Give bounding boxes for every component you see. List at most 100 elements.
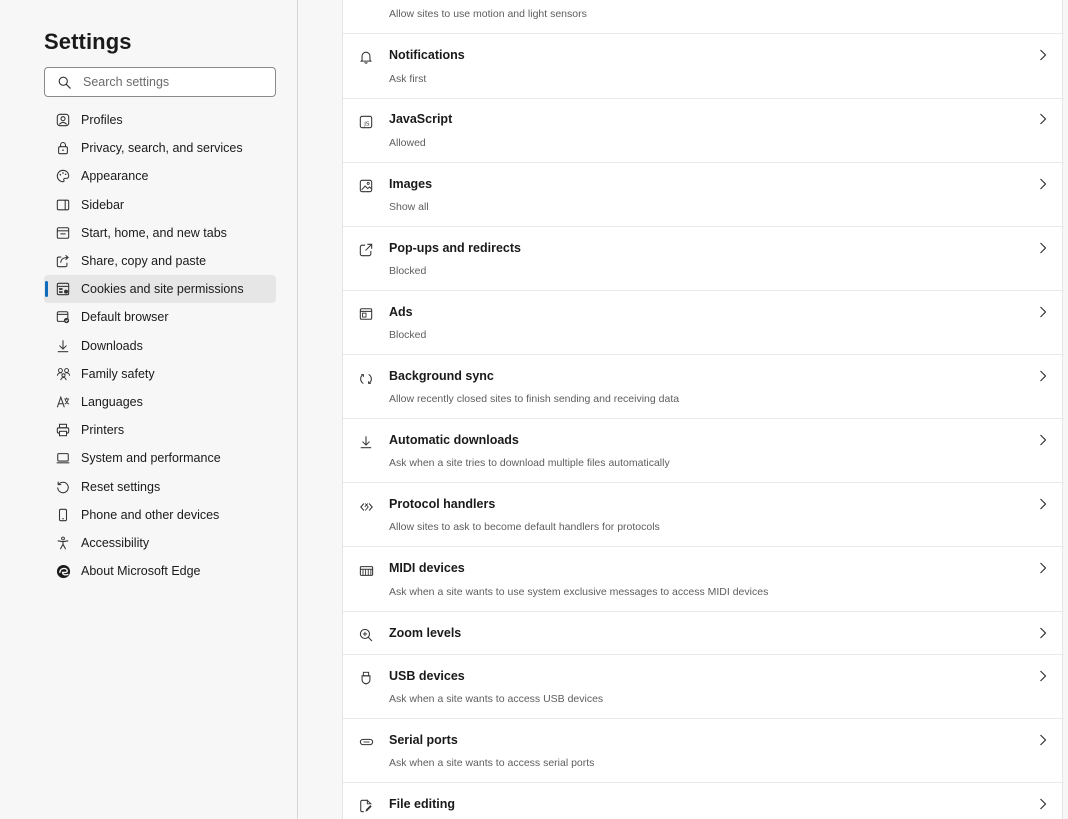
sidebar-item-phone[interactable]: Phone and other devices bbox=[44, 501, 276, 529]
sidebar-item-family-safety[interactable]: Family safety bbox=[44, 360, 276, 388]
chevron-right-icon bbox=[1037, 497, 1049, 511]
row-desc: Ask when a site wants to access USB devi… bbox=[389, 693, 604, 705]
row-desc: Ask when a site wants to access serial p… bbox=[389, 757, 595, 769]
sidebar-item-label: About Microsoft Edge bbox=[81, 564, 201, 579]
protocol-icon bbox=[358, 499, 374, 515]
sidebar-item-start-home[interactable]: Start, home, and new tabs bbox=[44, 219, 276, 247]
sidebar-item-privacy[interactable]: Privacy, search, and services bbox=[44, 134, 276, 162]
usb-icon bbox=[358, 670, 374, 686]
row-title: Ads bbox=[389, 305, 413, 319]
search-input[interactable] bbox=[83, 75, 263, 89]
edge-logo-icon bbox=[55, 563, 71, 579]
row-title: Zoom levels bbox=[389, 626, 462, 640]
sidebar-item-accessibility[interactable]: Accessibility bbox=[44, 529, 276, 557]
row-title: JavaScript bbox=[389, 112, 453, 126]
sidebar-item-appearance[interactable]: Appearance bbox=[44, 162, 276, 190]
sidebar-item-printers[interactable]: Printers bbox=[44, 416, 276, 444]
row-title: Notifications bbox=[389, 48, 465, 62]
sidebar-item-label: Family safety bbox=[81, 366, 155, 381]
row-notifications[interactable]: Notifications Ask first bbox=[343, 33, 1064, 98]
popup-icon bbox=[358, 242, 374, 258]
sidebar-item-label: Appearance bbox=[81, 169, 149, 184]
row-title: File editing bbox=[389, 797, 455, 811]
row-automatic-downloads[interactable]: Automatic downloads Ask when a site trie… bbox=[343, 418, 1064, 482]
row-desc: Blocked bbox=[389, 265, 427, 277]
row-images[interactable]: Images Show all bbox=[343, 162, 1064, 226]
site-permissions-card: Allow sites to use motion and light sens… bbox=[342, 0, 1064, 819]
chevron-right-icon bbox=[1037, 112, 1049, 126]
chevron-right-icon bbox=[1037, 433, 1049, 447]
zoom-icon bbox=[358, 627, 374, 643]
row-usb-devices[interactable]: USB devices Ask when a site wants to acc… bbox=[343, 654, 1064, 718]
row-title: Images bbox=[389, 177, 433, 191]
sync-icon bbox=[358, 371, 374, 387]
sidebar-item-label: Start, home, and new tabs bbox=[81, 225, 227, 240]
bell-icon bbox=[358, 49, 374, 65]
sidebar-item-label: Printers bbox=[81, 423, 125, 438]
chevron-right-icon bbox=[1037, 305, 1049, 319]
sidebar-item-cookies[interactable]: Cookies and site permissions bbox=[44, 275, 276, 304]
row-title: Protocol handlers bbox=[389, 497, 496, 511]
phone-icon bbox=[55, 507, 71, 523]
home-tabs-icon bbox=[55, 225, 71, 241]
appearance-icon bbox=[55, 168, 71, 184]
sidebar-item-label: Sidebar bbox=[81, 197, 125, 212]
file-edit-icon bbox=[358, 798, 374, 814]
sidebar-item-languages[interactable]: Languages bbox=[44, 388, 276, 416]
sidebar-item-sidebar[interactable]: Sidebar bbox=[44, 191, 276, 219]
search-box[interactable] bbox=[44, 67, 276, 97]
row-protocol-handlers[interactable]: Protocol handlers Allow sites to ask to … bbox=[343, 482, 1064, 546]
main-content: Allow sites to use motion and light sens… bbox=[299, 0, 1068, 819]
printer-icon bbox=[55, 422, 71, 438]
default-browser-icon bbox=[55, 309, 71, 325]
chevron-right-icon bbox=[1037, 797, 1049, 811]
system-icon bbox=[55, 450, 71, 466]
row-background-sync[interactable]: Background sync Allow recently closed si… bbox=[343, 354, 1064, 418]
row-zoom-levels[interactable]: Zoom levels bbox=[343, 611, 1064, 654]
sidebar-item-default-browser[interactable]: Default browser bbox=[44, 303, 276, 331]
row-desc: Show all bbox=[389, 201, 429, 213]
chevron-right-icon bbox=[1037, 626, 1049, 640]
sidebar-item-system[interactable]: System and performance bbox=[44, 444, 276, 472]
sidebar-item-label: Profiles bbox=[81, 113, 123, 128]
sidebar-item-profiles[interactable]: Profiles bbox=[44, 106, 276, 134]
sidebar-item-label: Phone and other devices bbox=[81, 507, 220, 522]
row-title: Pop-ups and redirects bbox=[389, 241, 521, 255]
row-desc: Ask first bbox=[389, 73, 427, 85]
row-desc: Allow sites to ask to become default han… bbox=[389, 521, 660, 533]
accessibility-icon bbox=[55, 535, 71, 551]
ads-icon bbox=[358, 306, 374, 322]
row-midi-devices[interactable]: MIDI devices Ask when a site wants to us… bbox=[343, 546, 1064, 611]
row-title: USB devices bbox=[389, 669, 465, 683]
page-title: Settings bbox=[44, 29, 132, 54]
search-icon bbox=[58, 76, 71, 89]
cookies-icon bbox=[55, 281, 71, 297]
row-desc: Allowed bbox=[389, 137, 426, 149]
row-title: Serial ports bbox=[389, 733, 458, 747]
sidebar-item-label: Default browser bbox=[81, 310, 169, 325]
sidebar-item-about[interactable]: About Microsoft Edge bbox=[44, 557, 276, 585]
row-file-editing[interactable]: File editing bbox=[343, 782, 1064, 819]
row-ads[interactable]: Ads Blocked bbox=[343, 290, 1064, 354]
share-icon bbox=[55, 253, 71, 269]
row-serial-ports[interactable]: Serial ports Ask when a site wants to ac… bbox=[343, 718, 1064, 782]
chevron-right-icon bbox=[1037, 369, 1049, 383]
row-popups[interactable]: Pop-ups and redirects Blocked bbox=[343, 226, 1064, 290]
row-desc: Ask when a site wants to use system excl… bbox=[389, 586, 769, 598]
row-desc: Allow recently closed sites to finish se… bbox=[389, 393, 680, 405]
sidebar-item-downloads[interactable]: Downloads bbox=[44, 332, 276, 360]
sidebar-item-label: System and performance bbox=[81, 451, 221, 466]
download-icon bbox=[55, 338, 71, 354]
sidebar: Settings Profiles Privacy, search, and s… bbox=[0, 0, 298, 819]
sidebar-item-label: Accessibility bbox=[81, 535, 150, 550]
chevron-right-icon bbox=[1037, 561, 1049, 575]
chevron-right-icon bbox=[1037, 669, 1049, 683]
row-javascript[interactable]: JS JavaScript Allowed bbox=[343, 98, 1064, 162]
sidebar-item-share[interactable]: Share, copy and paste bbox=[44, 247, 276, 275]
image-icon bbox=[358, 178, 374, 194]
row-title: MIDI devices bbox=[389, 561, 465, 575]
chevron-right-icon bbox=[1037, 241, 1049, 255]
sidebar-item-reset[interactable]: Reset settings bbox=[44, 472, 276, 500]
sidebar-item-label: Cookies and site permissions bbox=[81, 282, 244, 297]
row-desc: Ask when a site tries to download multip… bbox=[389, 457, 670, 469]
